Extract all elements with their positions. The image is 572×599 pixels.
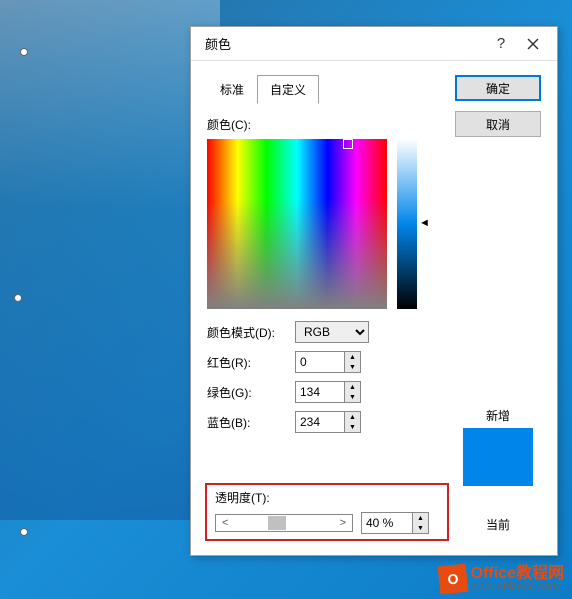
transparency-highlight: 透明度(T): < > ▲▼	[205, 483, 449, 541]
watermark-url: www.office26.com	[471, 582, 564, 593]
color-dialog: 颜色 ? 标准 自定义 颜色(C): 颜色模式(D): RGB	[190, 26, 558, 556]
watermark: O Office教程网 www.office26.com	[439, 565, 564, 593]
mode-label: 颜色模式(D):	[207, 324, 295, 341]
slider-thumb[interactable]	[268, 516, 286, 530]
transparency-label: 透明度(T):	[215, 489, 439, 506]
ok-button[interactable]: 确定	[455, 75, 541, 101]
new-color-swatch	[463, 428, 533, 486]
lightness-slider[interactable]	[397, 139, 417, 309]
watermark-logo-icon: O	[437, 564, 468, 595]
transparency-slider[interactable]: < >	[215, 514, 353, 532]
tab-custom[interactable]: 自定义	[257, 75, 319, 104]
tab-standard[interactable]: 标准	[207, 75, 257, 104]
green-label: 绿色(G):	[207, 384, 295, 401]
cancel-button[interactable]: 取消	[455, 111, 541, 137]
selection-handle[interactable]	[20, 48, 28, 56]
green-spinner[interactable]: ▲▼	[345, 381, 361, 403]
watermark-brand: Office教程网	[471, 566, 564, 582]
close-icon[interactable]	[517, 32, 549, 56]
green-input[interactable]	[295, 381, 345, 403]
titlebar: 颜色 ?	[191, 27, 557, 61]
new-color-label: 新增	[455, 407, 541, 424]
red-label: 红色(R):	[207, 354, 295, 371]
blue-spinner[interactable]: ▲▼	[345, 411, 361, 433]
red-input[interactable]	[295, 351, 345, 373]
dialog-title: 颜色	[205, 34, 485, 53]
selection-handle[interactable]	[14, 294, 22, 302]
transparency-input[interactable]	[361, 512, 413, 534]
slider-right-arrow-icon[interactable]: >	[340, 517, 346, 529]
blue-label: 蓝色(B):	[207, 414, 295, 431]
selection-handle[interactable]	[20, 528, 28, 536]
help-icon[interactable]: ?	[485, 32, 517, 56]
current-color-label: 当前	[455, 516, 541, 533]
blue-input[interactable]	[295, 411, 345, 433]
color-spectrum[interactable]	[207, 139, 387, 309]
color-label: 颜色(C):	[207, 116, 445, 133]
mode-select[interactable]: RGB	[295, 321, 369, 343]
transparency-spinner[interactable]: ▲▼	[413, 512, 429, 534]
red-spinner[interactable]: ▲▼	[345, 351, 361, 373]
tabs: 标准 自定义	[207, 75, 445, 104]
